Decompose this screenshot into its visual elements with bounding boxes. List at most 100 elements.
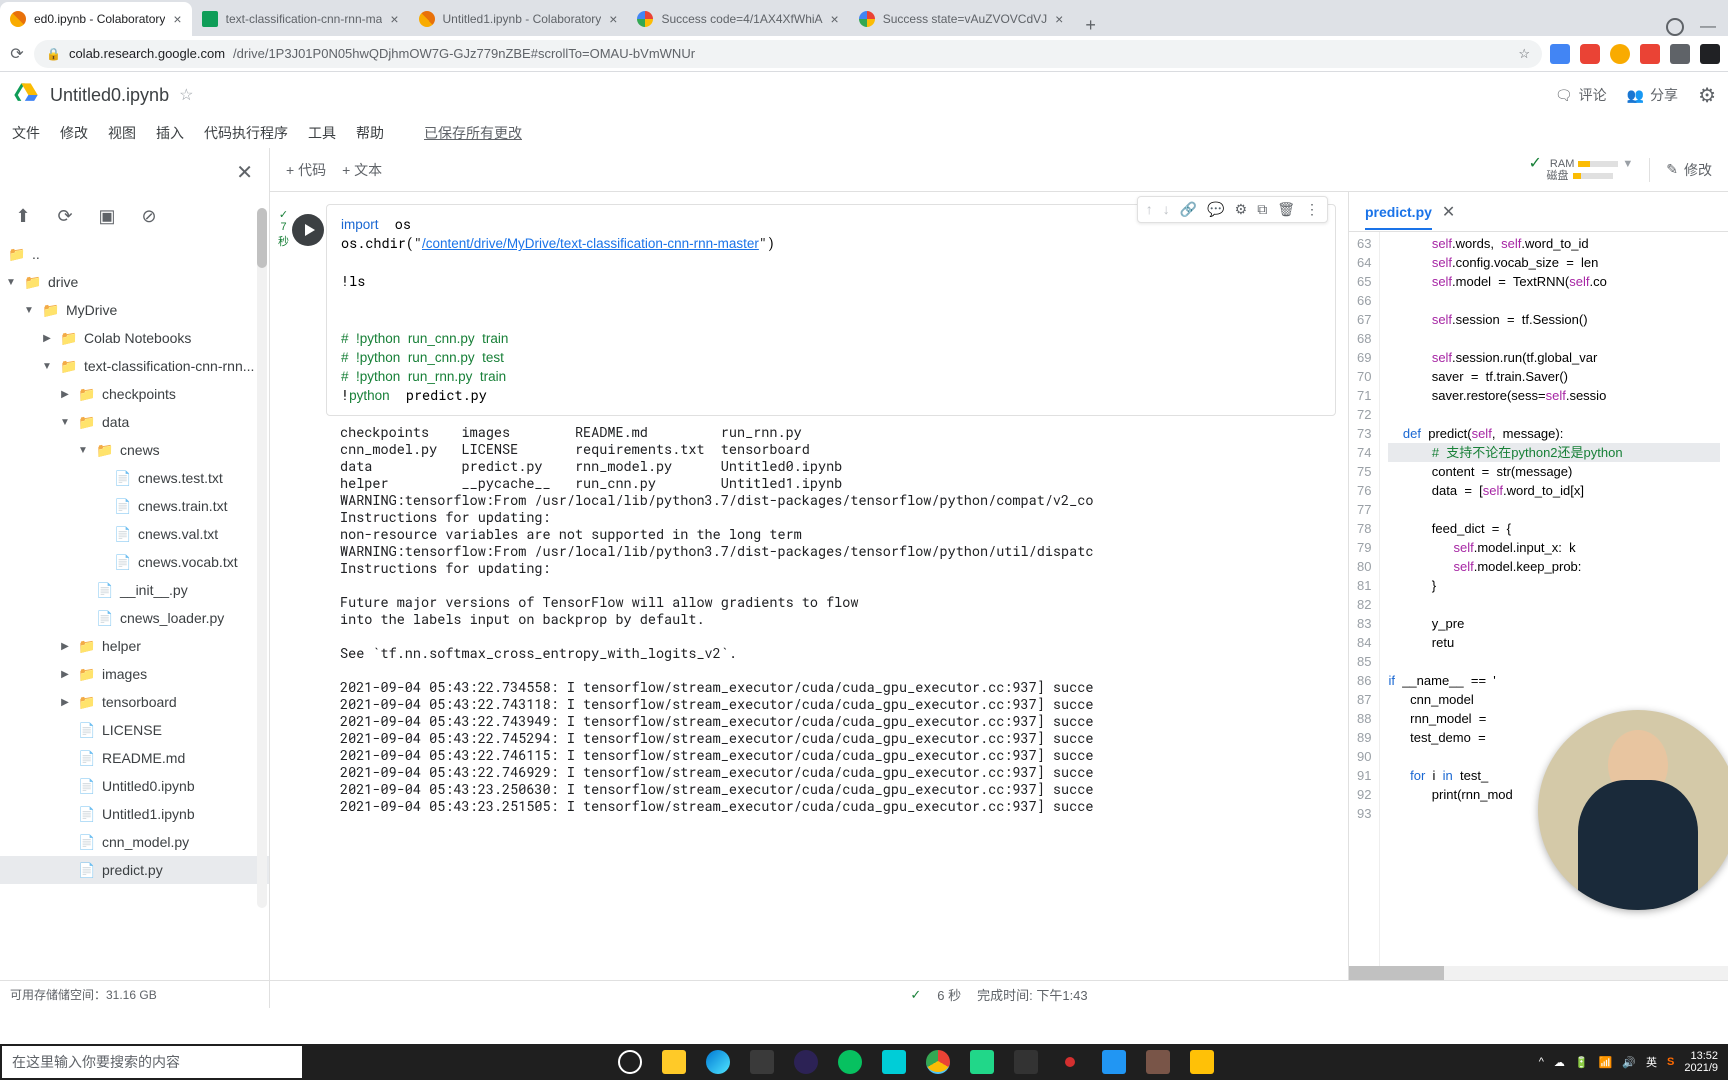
menu-item[interactable]: 视图 (108, 125, 136, 141)
pycharm-icon[interactable] (962, 1046, 1002, 1078)
tree-file[interactable]: 📄cnews_loader.py (0, 604, 269, 632)
url-input[interactable]: 🔒 colab.research.google.com/drive/1P3J01… (34, 40, 1542, 68)
record-icon[interactable] (1050, 1046, 1090, 1078)
browser-tab[interactable]: ed0.ipynb - Colaboratory× (0, 2, 192, 36)
close-tab-icon[interactable]: × (831, 11, 839, 27)
delete-cell-icon[interactable]: 🗑 (1277, 201, 1295, 218)
chevron-down-icon[interactable]: ▼ (58, 417, 72, 428)
more-icon[interactable]: ⋮ (1305, 201, 1319, 218)
tree-root[interactable]: ▼ 📁 drive (0, 268, 269, 296)
task-view-icon[interactable] (610, 1046, 650, 1078)
sidebar-scrollbar[interactable] (257, 208, 267, 908)
tree-file[interactable]: 📄Untitled0.ipynb (0, 772, 269, 800)
reload-icon[interactable]: ⟳ (8, 44, 26, 64)
minimize-icon[interactable]: — (1700, 18, 1716, 36)
intellij-icon[interactable] (742, 1046, 782, 1078)
menu-item[interactable]: 文件 (12, 125, 40, 141)
code-cell[interactable]: ✓ 7 秒 ↑ ↓ 🔗 💬 ⚙ ⧉ 🗑 ⋮ (282, 204, 1336, 823)
terminal-icon[interactable] (1006, 1046, 1046, 1078)
close-preview-icon[interactable]: ✕ (1442, 202, 1455, 222)
comment-cell-icon[interactable]: 💬 (1207, 201, 1224, 218)
browser-tab[interactable]: text-classification-cnn-rnn-ma× (192, 2, 409, 36)
preview-h-scrollbar[interactable] (1349, 966, 1728, 980)
webstorm-icon[interactable] (874, 1046, 914, 1078)
run-cell-button[interactable] (292, 214, 324, 246)
explorer-icon[interactable] (654, 1046, 694, 1078)
move-up-icon[interactable]: ↑ (1146, 201, 1153, 218)
tree-file[interactable]: 📄Untitled1.ipynb (0, 800, 269, 828)
ext-icon[interactable] (1610, 44, 1630, 64)
ext-puzzle-icon[interactable] (1700, 44, 1720, 64)
link-icon[interactable]: 🔗 (1180, 201, 1197, 218)
close-tab-icon[interactable]: × (609, 11, 617, 27)
close-tab-icon[interactable]: × (1055, 11, 1063, 27)
mount-drive-icon[interactable]: ▣ (96, 205, 118, 227)
tree-file[interactable]: 📄predict.py (0, 856, 269, 884)
chevron-down-icon[interactable]: ▼ (40, 361, 54, 372)
chevron-down-icon[interactable]: ▼ (4, 277, 18, 288)
app-icon[interactable] (1138, 1046, 1178, 1078)
wechat-icon[interactable] (830, 1046, 870, 1078)
tree-file[interactable]: 📄README.md (0, 744, 269, 772)
menu-item[interactable]: 工具 (308, 125, 336, 141)
menu-item[interactable]: 修改 (60, 125, 88, 141)
ext-icon[interactable] (1580, 44, 1600, 64)
hide-icon[interactable]: ⊘ (138, 205, 160, 227)
tree-folder[interactable]: ▶📁checkpoints (0, 380, 269, 408)
tree-folder[interactable]: ▶📁images (0, 660, 269, 688)
mirror-icon[interactable]: ⧉ (1257, 201, 1267, 218)
preview-tab[interactable]: predict.py (1365, 204, 1432, 230)
chevron-right-icon[interactable]: ▶ (58, 697, 72, 708)
tree-file[interactable]: 📄cnews.vocab.txt (0, 548, 269, 576)
tree-file[interactable]: 📄cnn_model.py (0, 828, 269, 856)
settings-icon[interactable]: ⚙ (1698, 83, 1716, 108)
settings-cell-icon[interactable]: ⚙ (1235, 201, 1248, 218)
browser-tab[interactable]: Success code=4/1AX4XfWhiA× (627, 2, 848, 36)
tree-folder[interactable]: ▶📁tensorboard (0, 688, 269, 716)
ext-icon[interactable] (1670, 44, 1690, 64)
add-text-button[interactable]: + 文本 (342, 160, 382, 180)
tray-up-icon[interactable]: ^ (1539, 1056, 1544, 1068)
refresh-icon[interactable]: ⟳ (54, 205, 76, 227)
wifi-icon[interactable]: 📶 (1599, 1056, 1613, 1069)
sogou-icon[interactable]: S (1667, 1056, 1674, 1068)
app-icon[interactable] (1182, 1046, 1222, 1078)
close-tab-icon[interactable]: × (173, 11, 181, 27)
profile-icon[interactable] (1666, 18, 1684, 36)
code-editor[interactable]: import os os.chdir("/content/drive/MyDri… (326, 204, 1336, 416)
volume-icon[interactable]: 🔊 (1622, 1056, 1636, 1069)
clock[interactable]: 13:52 2021/9 (1684, 1050, 1718, 1074)
chevron-right-icon[interactable]: ▶ (58, 641, 72, 652)
eclipse-icon[interactable] (786, 1046, 826, 1078)
menu-item[interactable]: 代码执行程序 (204, 125, 288, 141)
edge-icon[interactable] (698, 1046, 738, 1078)
new-tab-button[interactable]: + (1073, 15, 1108, 36)
chrome-icon[interactable] (918, 1046, 958, 1078)
star-icon[interactable]: ☆ (1518, 46, 1530, 62)
tree-folder[interactable]: ▼📁text-classification-cnn-rnn... (0, 352, 269, 380)
resource-meter[interactable]: ✓RAM▼ 磁盘 (1529, 158, 1634, 182)
chevron-right-icon[interactable]: ▶ (58, 669, 72, 680)
tree-folder[interactable]: ▶📁helper (0, 632, 269, 660)
tree-up[interactable]: 📁 .. (0, 240, 269, 268)
menu-item[interactable]: 帮助 (356, 125, 384, 141)
battery-icon[interactable]: 🔋 (1575, 1056, 1589, 1069)
tree-folder[interactable]: ▼📁data (0, 408, 269, 436)
ext-icon[interactable] (1550, 44, 1570, 64)
close-tab-icon[interactable]: × (390, 11, 398, 27)
app-icon[interactable] (1094, 1046, 1134, 1078)
browser-tab[interactable]: Untitled1.ipynb - Colaboratory× (409, 2, 628, 36)
tree-file[interactable]: 📄cnews.test.txt (0, 464, 269, 492)
chevron-right-icon[interactable]: ▶ (40, 333, 54, 344)
chevron-down-icon[interactable]: ▼ (22, 305, 36, 316)
tree-folder[interactable]: ▶📁Colab Notebooks (0, 324, 269, 352)
tree-folder[interactable]: ▼📁cnews (0, 436, 269, 464)
doc-title[interactable]: Untitled0.ipynb (50, 85, 169, 106)
tree-file[interactable]: 📄LICENSE (0, 716, 269, 744)
tree-file[interactable]: 📄__init__.py (0, 576, 269, 604)
tree-file[interactable]: 📄cnews.val.txt (0, 520, 269, 548)
edit-button[interactable]: ✎ 修改 (1666, 160, 1712, 180)
chevron-down-icon[interactable]: ▼ (76, 445, 90, 456)
upload-icon[interactable]: ⬆ (12, 205, 34, 227)
star-button[interactable]: ☆ (179, 85, 193, 105)
